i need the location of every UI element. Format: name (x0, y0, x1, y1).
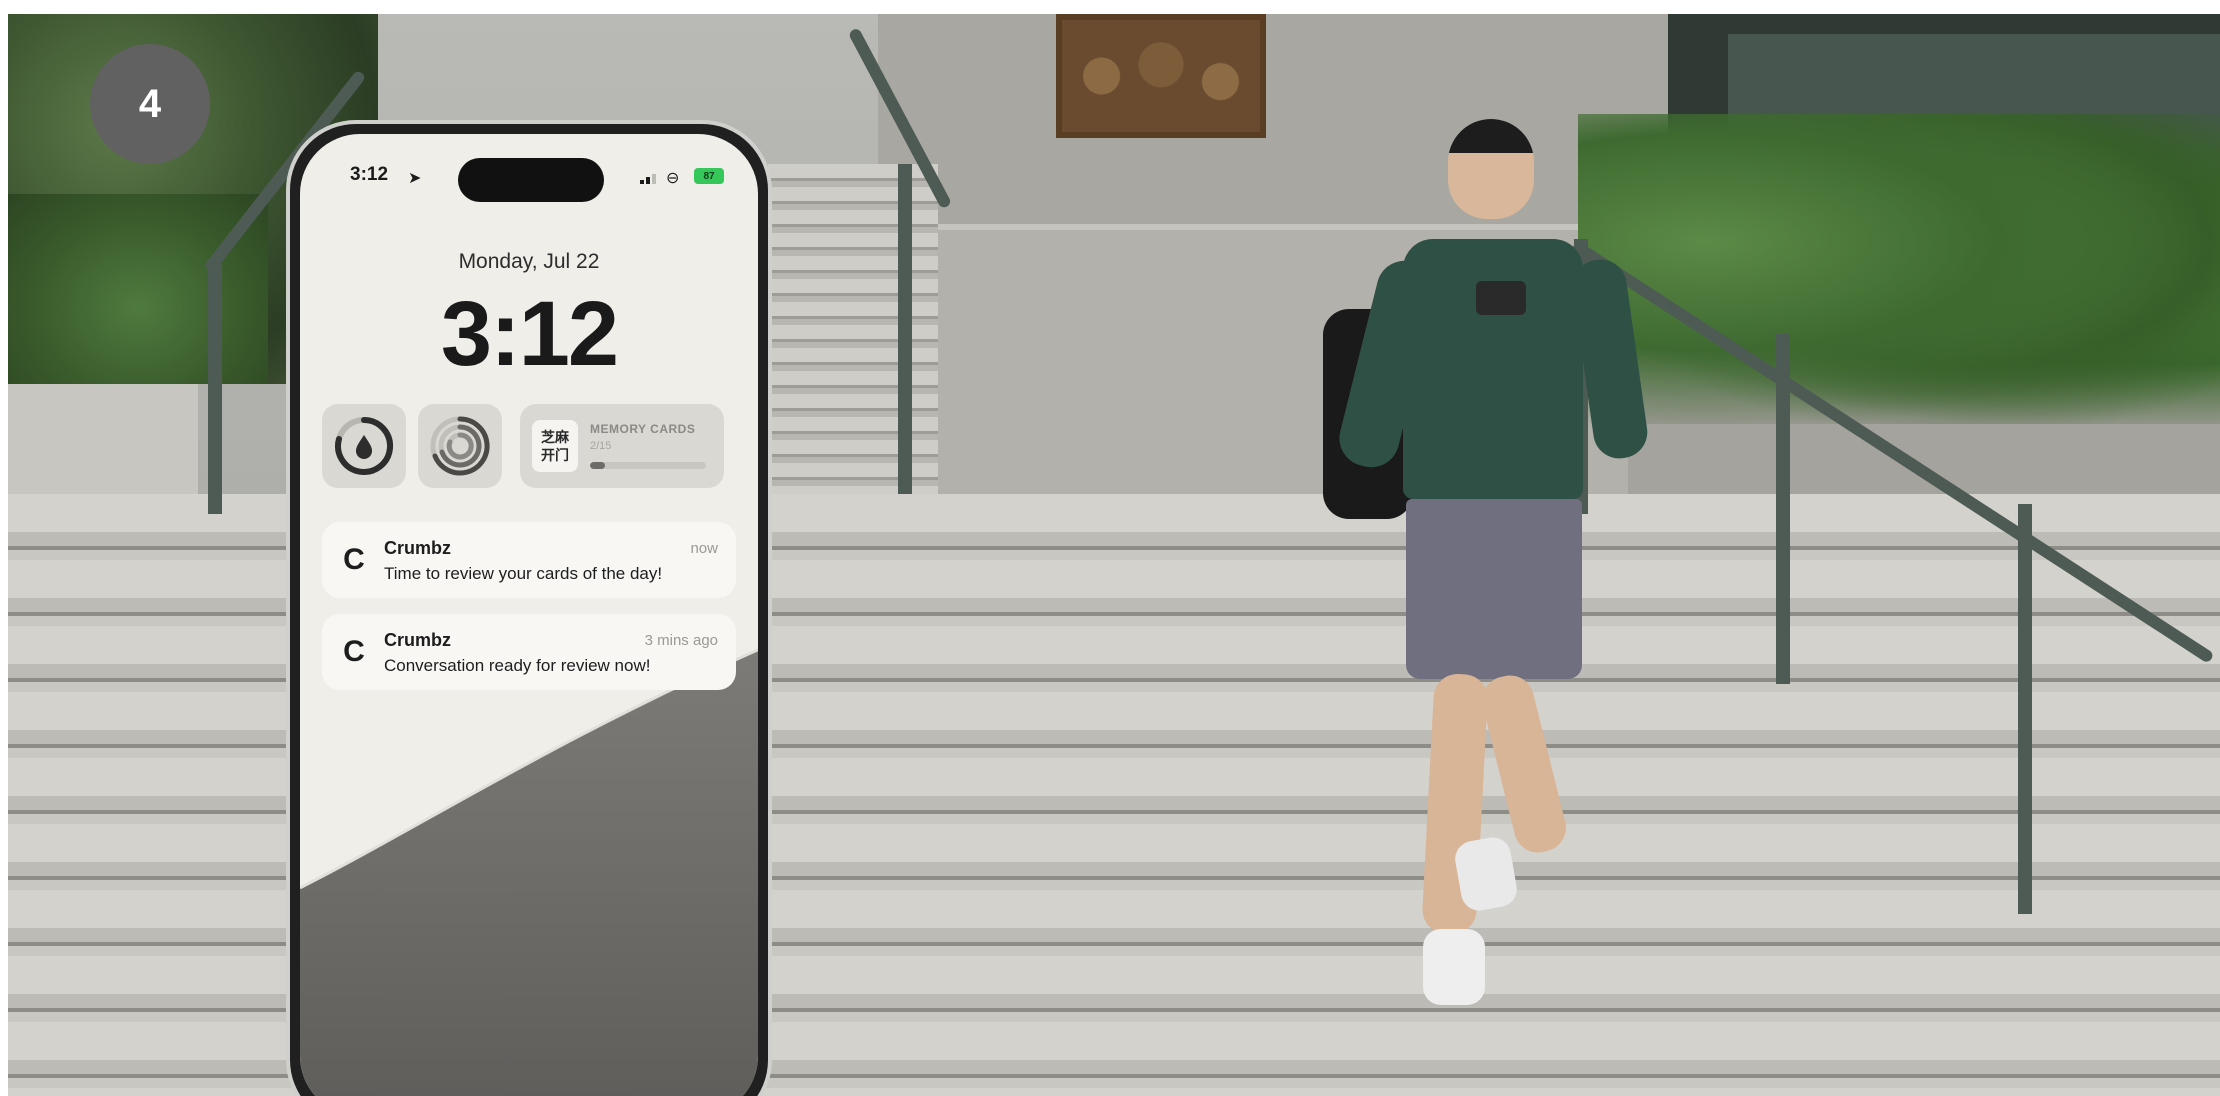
memory-cards-progress-fill (590, 462, 606, 469)
water-drop-ring-widget[interactable] (322, 404, 406, 488)
bronze-relief-artwork (1056, 14, 1266, 138)
notification-card[interactable]: C Crumbz now Time to review your cards o… (322, 522, 736, 598)
planter-shrubs (1578, 114, 2220, 434)
notification-time: 3 mins ago (644, 632, 718, 649)
head (1448, 119, 1534, 219)
phone-mockup: 3:12 ➤ ⊖ 87 Monday, Jul 22 3:12 芝麻 开门 ME… (286, 120, 772, 1096)
battery-icon: 87 (694, 168, 724, 184)
shrubs (8, 194, 268, 384)
lock-date: Monday, Jul 22 (458, 250, 600, 273)
memory-cards-title: MEMORY CARDS (590, 422, 696, 436)
status-time: 3:12 (350, 164, 389, 185)
status-bar: 3:12 ➤ ⊖ 87 (300, 158, 758, 202)
link-icon: ⊖ (666, 170, 680, 187)
rings-icon (430, 416, 490, 476)
photo-stage: 4 3:12 ➤ ⊖ 87 Monday, Jul 22 3:12 芝麻 开门 … (8, 14, 2220, 1096)
memory-cards-count: 2/15 (590, 440, 612, 452)
dynamic-island (458, 158, 604, 202)
activity-rings-widget[interactable] (418, 404, 502, 488)
right-leg (1476, 670, 1572, 858)
memory-cards-progress-bar (590, 462, 706, 469)
signal-icon (640, 174, 656, 184)
location-arrow-icon: ➤ (408, 170, 422, 187)
water-drop-icon (335, 417, 394, 475)
student-walking (1298, 119, 1651, 1019)
notification-app-name: Crumbz (384, 630, 451, 650)
step-number-badge: 4 (90, 44, 210, 164)
memory-cards-widget[interactable]: 芝麻 开门 MEMORY CARDS 2/15 (520, 404, 724, 488)
notification-app-name: Crumbz (384, 538, 451, 558)
handrail-post (898, 164, 912, 494)
green-shirt (1403, 239, 1583, 499)
crumbz-logo-icon: C (343, 543, 365, 576)
chip-line-2: 开门 (541, 447, 569, 463)
handrail-post (2018, 504, 2032, 914)
chip-line-1: 芝麻 (541, 429, 569, 445)
upper-staircase (768, 164, 938, 514)
notification-message: Conversation ready for review now! (384, 656, 651, 675)
notification-card[interactable]: C Crumbz 3 mins ago Conversation ready f… (322, 614, 736, 690)
handrail-post (208, 264, 222, 514)
lock-time: 3:12 (440, 283, 619, 385)
notification-time: now (690, 540, 718, 557)
crumbz-logo-icon: C (343, 635, 365, 668)
notification-message: Time to review your cards of the day! (384, 564, 663, 583)
lock-screen: 3:12 ➤ ⊖ 87 Monday, Jul 22 3:12 芝麻 开门 ME… (300, 134, 758, 1096)
flashcard-chip: 芝麻 开门 (532, 420, 578, 472)
shorts (1406, 499, 1582, 679)
left-shoe (1423, 929, 1485, 1005)
held-phone (1476, 281, 1526, 315)
